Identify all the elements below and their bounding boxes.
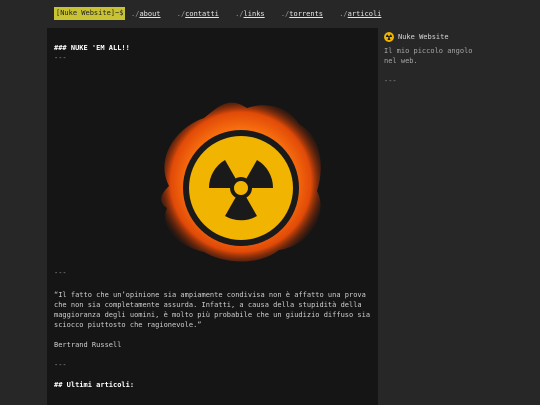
site-brand[interactable]: [Nuke Website]~$	[54, 7, 126, 20]
content-separator-2: ---	[54, 268, 372, 278]
latest-articles-heading: ## Ultimi articoli:	[54, 381, 135, 389]
separator: ---	[54, 361, 67, 369]
quote-author: Bertrand Russell	[54, 341, 122, 349]
nav-item-contatti[interactable]: ./contatti	[177, 10, 219, 18]
sidebar-description: Il mio piccolo angolo nel web.	[384, 47, 473, 65]
separator: ---	[54, 54, 67, 62]
nav-links: ./about ./contatti ./links ./torrents ./…	[131, 9, 393, 19]
sidebar-separator: ---	[384, 77, 397, 85]
nav-item-articoli[interactable]: ./articoli	[339, 10, 381, 18]
content-top: ### NUKE 'EM ALL!! ---	[54, 43, 372, 63]
nav-item-links[interactable]: ./links	[235, 10, 265, 18]
nav-link-torrents[interactable]: torrents	[289, 10, 323, 18]
quote-text: “Il fatto che un’opinione sia ampiamente…	[54, 291, 371, 329]
top-nav: [Nuke Website]~$ ./about ./contatti ./li…	[0, 0, 540, 26]
separator: ---	[54, 269, 67, 277]
nav-link-about[interactable]: about	[139, 10, 160, 18]
radiation-icon	[384, 32, 394, 42]
main-content: ### NUKE 'EM ALL!! --- --- “Il fatto che…	[47, 28, 378, 405]
nav-link-contatti[interactable]: contatti	[185, 10, 219, 18]
radiation-logo	[161, 102, 321, 262]
quote-block: “Il fatto che un’opinione sia ampiamente…	[54, 290, 372, 390]
sidebar-site-name: Nuke Website	[398, 33, 449, 41]
page-title: ### NUKE 'EM ALL!!	[54, 44, 130, 52]
sidebar: Nuke Website Il mio piccolo angolo nel w…	[384, 32, 524, 86]
nav-item-torrents[interactable]: ./torrents	[281, 10, 323, 18]
sidebar-title: Nuke Website	[384, 32, 524, 42]
nav-link-links[interactable]: links	[244, 10, 265, 18]
nav-link-articoli[interactable]: articoli	[348, 10, 382, 18]
nav-item-about[interactable]: ./about	[131, 10, 161, 18]
